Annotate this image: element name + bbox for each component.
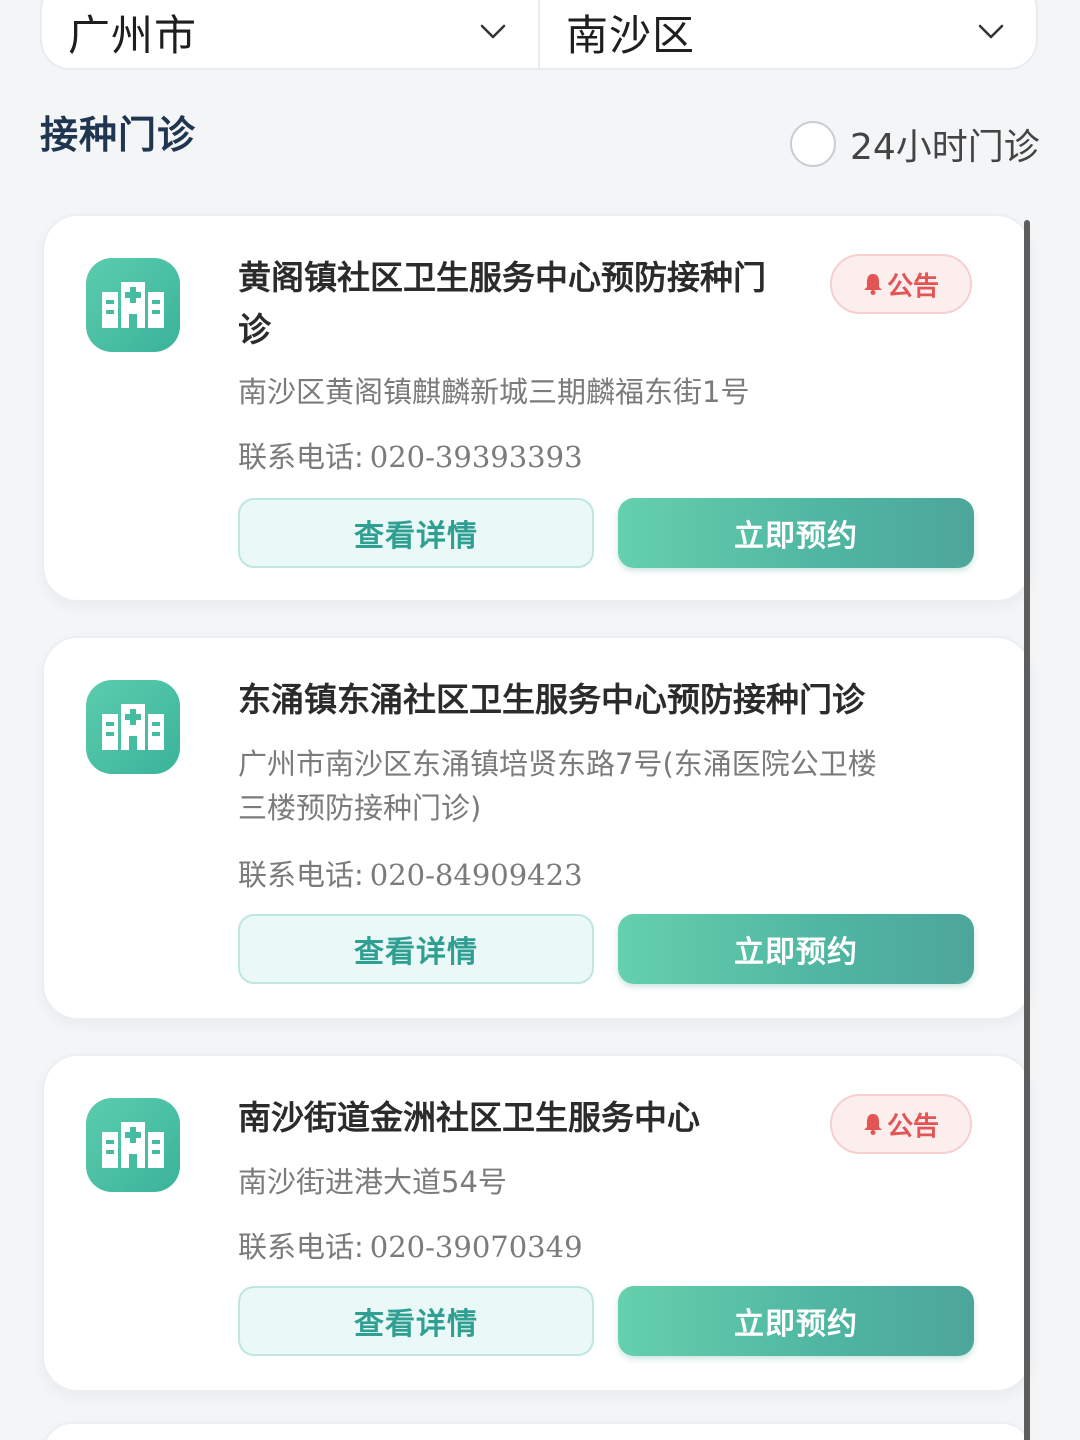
- notice-badge[interactable]: 公告: [830, 254, 972, 314]
- section-title: 接种门诊: [40, 113, 197, 157]
- phone-label: 联系电话:: [238, 440, 364, 474]
- clinic-phone: 联系电话: 020-39393393: [238, 434, 583, 476]
- phone-label: 联系电话:: [238, 858, 364, 892]
- phone-label: 联系电话:: [238, 1230, 364, 1264]
- chevron-down-icon: [480, 24, 506, 39]
- notice-label: 公告: [886, 1111, 939, 1142]
- bell-icon: [863, 274, 882, 295]
- clinic-name: 黄阁镇社区卫生服务中心预防接种门 诊: [238, 252, 766, 356]
- clinic-phone: 联系电话: 020-84909423: [238, 852, 583, 894]
- view-details-button[interactable]: 查看详情: [238, 914, 594, 984]
- location-selector: 广州市 南沙区: [40, 0, 1038, 70]
- phone-number: 020-39393393: [369, 440, 583, 474]
- hospital-icon: [86, 258, 180, 352]
- clinic-name-line: 南沙街道金洲社区卫生服务中心: [238, 1098, 700, 1137]
- phone-number: 020-84909423: [369, 858, 583, 892]
- chevron-down-icon: [978, 24, 1004, 39]
- clinic-name: 东涌镇东涌社区卫生服务中心预防接种门诊: [238, 674, 865, 726]
- view-details-button[interactable]: 查看详情: [238, 498, 594, 568]
- bell-icon: [863, 1114, 882, 1135]
- notice-label: 公告: [886, 271, 939, 302]
- clinic-name: 南沙街道金洲社区卫生服务中心: [238, 1092, 700, 1144]
- clinic-phone: 联系电话: 020-39070349: [238, 1224, 583, 1266]
- book-now-button[interactable]: 立即预约: [618, 498, 974, 568]
- city-value: 广州市: [68, 10, 198, 60]
- clinic-address-line: 广州市南沙区东涌镇培贤东路7号(东涌医院公卫楼: [238, 747, 877, 781]
- scrollbar[interactable]: [1024, 220, 1030, 1440]
- clinic-address-line: 南沙街进港大道54号: [238, 1165, 507, 1199]
- clinic-card[interactable]: 东涌镇东涌社区卫生服务中心预防接种门诊 广州市南沙区东涌镇培贤东路7号(东涌医院…: [42, 636, 1032, 1020]
- clinic-card[interactable]: [42, 1422, 1032, 1440]
- book-now-button[interactable]: 立即预约: [618, 1286, 974, 1356]
- clinic-card[interactable]: 南沙街道金洲社区卫生服务中心 公告 南沙街进港大道54号 联系电话: 020-39…: [42, 1054, 1032, 1392]
- radio-icon[interactable]: [790, 121, 836, 167]
- phone-number: 020-39070349: [369, 1230, 583, 1264]
- district-value: 南沙区: [566, 10, 696, 60]
- clinic-address-line: 南沙区黄阁镇麒麟新城三期麟福东街1号: [238, 375, 750, 409]
- filter-24h-label: 24小时门诊: [850, 127, 1040, 168]
- book-now-button[interactable]: 立即预约: [618, 914, 974, 984]
- city-select[interactable]: 广州市: [42, 0, 538, 68]
- clinic-address: 广州市南沙区东涌镇培贤东路7号(东涌医院公卫楼 三楼预防接种门诊): [238, 742, 877, 830]
- hospital-icon: [86, 680, 180, 774]
- hospital-icon: [86, 1098, 180, 1192]
- notice-badge[interactable]: 公告: [830, 1094, 972, 1154]
- clinic-address: 南沙区黄阁镇麒麟新城三期麟福东街1号: [238, 370, 749, 414]
- district-select[interactable]: 南沙区: [538, 0, 1036, 68]
- filter-24h-toggle[interactable]: 24小时门诊: [790, 118, 1040, 170]
- clinic-name-line: 诊: [238, 310, 271, 349]
- clinic-name-line: 黄阁镇社区卫生服务中心预防接种门: [238, 258, 766, 297]
- clinic-name-line: 东涌镇东涌社区卫生服务中心预防接种门诊: [238, 680, 865, 719]
- clinic-address: 南沙街进港大道54号: [238, 1160, 507, 1204]
- view-details-button[interactable]: 查看详情: [238, 1286, 594, 1356]
- clinic-card[interactable]: 黄阁镇社区卫生服务中心预防接种门 诊 公告 南沙区黄阁镇麒麟新城三期麟福东街1号…: [42, 214, 1032, 602]
- clinic-address-line: 三楼预防接种门诊): [238, 791, 482, 825]
